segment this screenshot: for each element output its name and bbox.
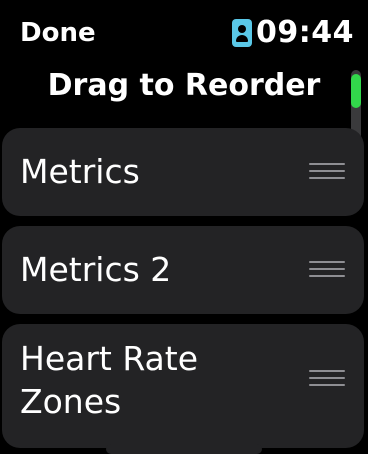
- drag-handle-icon[interactable]: [309, 261, 345, 279]
- clock: 09:44: [256, 15, 354, 50]
- list-item-metrics[interactable]: Metrics: [2, 128, 364, 216]
- next-list-item-peek: [106, 444, 262, 454]
- done-button[interactable]: Done: [20, 16, 96, 50]
- page-title: Drag to Reorder: [47, 68, 321, 103]
- list-item-label-line-1: Heart Rate: [20, 339, 199, 378]
- person-badge-icon: [232, 19, 252, 47]
- list-item-heart-rate-zones[interactable]: Heart Rate Zones: [2, 324, 364, 448]
- list-item-label-line-2: Zones: [20, 382, 122, 421]
- drag-handle-icon[interactable]: [309, 163, 345, 181]
- list-item-label: Metrics: [20, 152, 140, 191]
- list-item-metrics-2[interactable]: Metrics 2: [2, 226, 364, 314]
- drag-handle-icon[interactable]: [309, 370, 345, 388]
- list-item-label: Metrics 2: [20, 250, 172, 289]
- status-bar: Done 09:44: [0, 0, 368, 62]
- scroll-thumb: [351, 74, 361, 108]
